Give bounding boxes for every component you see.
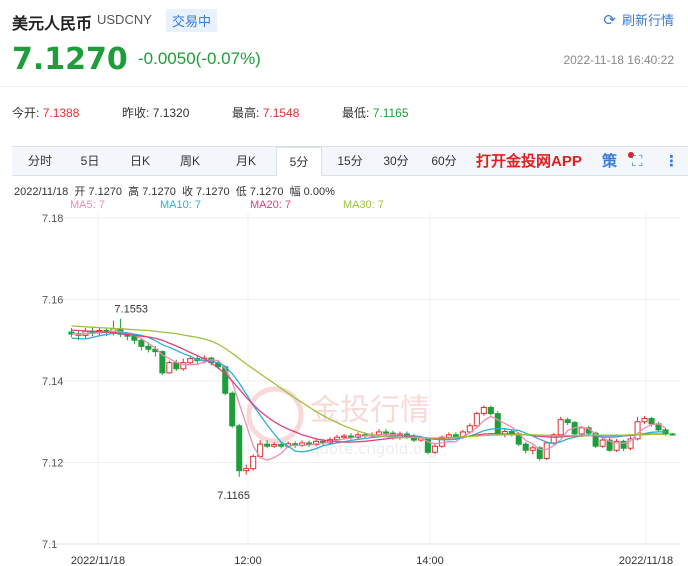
- tab-15min[interactable]: 15分: [330, 147, 370, 176]
- stat-prev-close: 昨收: 7.1320: [122, 106, 190, 120]
- x-tick-label: 2022/11/18: [619, 555, 673, 566]
- refresh-icon: ⟳: [603, 11, 616, 29]
- refresh-label: 刷新行情: [621, 13, 674, 28]
- tab-30min[interactable]: 30分: [376, 147, 416, 176]
- candle-body: [431, 445, 438, 453]
- period-tabs: 分时 5日 日K 周K 月K 5分 15分 30分 60分 打开金投网APP 策…: [12, 146, 688, 177]
- candle-body: [648, 417, 655, 425]
- y-axis: 7.18 7.16 7.14 7.12 7.1: [42, 213, 63, 551]
- candle-body: [341, 435, 348, 438]
- refresh-button[interactable]: ⟳ 刷新行情: [603, 10, 674, 29]
- candle-body: [599, 439, 606, 447]
- candle-body: [250, 455, 257, 470]
- stats-row: 今开: 7.1388 昨收: 7.1320 最高: 7.1548 最低: 7.1…: [12, 104, 452, 121]
- tab-60min[interactable]: 60分: [424, 147, 464, 176]
- candle-body: [557, 419, 564, 436]
- candle-body: [138, 339, 145, 347]
- candle-body: [669, 433, 676, 436]
- candle-body: [487, 406, 494, 415]
- candle-body: [166, 362, 173, 374]
- y-tick-label: 7.16: [42, 295, 63, 307]
- quote-header: 美元人民币 USDCNY 交易中 ⟳ 刷新行情: [0, 0, 688, 40]
- candle-body: [564, 419, 571, 424]
- candle-body: [382, 431, 389, 434]
- candle-body: [522, 443, 529, 451]
- fullscreen-icon[interactable]: ⛶: [632, 147, 643, 176]
- candle-body: [480, 406, 487, 415]
- candle-body: [543, 442, 550, 459]
- candle-body: [236, 425, 243, 472]
- open-app-link[interactable]: 打开金投网APP: [476, 147, 582, 176]
- tab-5min[interactable]: 5分: [276, 147, 322, 177]
- watermark-text: 金投行情: [310, 393, 430, 428]
- instrument-name: 美元人民币: [12, 16, 93, 33]
- x-axis: 2022/11/18 12:00 14:00 2022/11/18: [71, 555, 673, 566]
- candle-body: [229, 392, 236, 427]
- y-tick-label: 7.18: [42, 213, 63, 225]
- stat-open: 今开: 7.1388: [12, 106, 80, 120]
- candle-body: [243, 468, 250, 472]
- tab-weekly-k[interactable]: 周K: [170, 147, 210, 176]
- candle-body: [264, 443, 271, 447]
- more-menu-icon[interactable]: ⋮: [664, 147, 679, 176]
- ohlc-readout: 2022/11/18 开 7.1270 高 7.1270 收 7.1270 低 …: [14, 186, 335, 198]
- stat-low: 最低: 7.1165: [342, 106, 409, 120]
- candle-body: [578, 427, 585, 435]
- current-price: 7.1270: [12, 42, 128, 77]
- instrument-code: USDCNY: [97, 12, 152, 27]
- candle-body: [634, 421, 641, 440]
- x-tick-label: 14:00: [416, 555, 444, 566]
- candle-body: [494, 413, 501, 435]
- candle-body: [473, 413, 480, 427]
- high-annotation: 7.1553: [114, 304, 148, 316]
- candle-body: [641, 417, 648, 423]
- y-tick-label: 7.12: [42, 458, 63, 470]
- candle-body: [529, 447, 536, 451]
- tab-timeshare[interactable]: 分时: [20, 147, 60, 176]
- tab-daily-k[interactable]: 日K: [120, 147, 160, 176]
- candle-body: [278, 444, 285, 447]
- tab-monthly-k[interactable]: 月K: [226, 147, 266, 176]
- candle-body: [187, 358, 194, 364]
- strategy-button[interactable]: 策: [602, 147, 617, 176]
- trading-status-badge: 交易中: [166, 9, 218, 32]
- candle-body: [334, 436, 341, 441]
- candle-body: [271, 444, 278, 447]
- x-tick-label: 2022/11/18: [71, 555, 125, 566]
- quote-datetime: 2022-11-18 16:40:22: [563, 53, 674, 67]
- y-tick-label: 7.14: [42, 376, 63, 388]
- y-tick-label: 7.1: [42, 539, 57, 551]
- x-tick-label: 12:00: [234, 555, 262, 566]
- low-annotation: 7.1165: [217, 490, 250, 502]
- header-divider: [0, 86, 688, 87]
- chart-grid: [48, 212, 680, 545]
- stat-high: 最高: 7.1548: [232, 106, 300, 120]
- candlestick-chart[interactable]: 金投行情 quote.cngold.org 7.187.167.147.127.…: [0, 206, 688, 566]
- price-change: -0.0050(-0.07%): [138, 49, 261, 68]
- candle-body: [145, 345, 152, 350]
- tab-5day[interactable]: 5日: [70, 147, 110, 176]
